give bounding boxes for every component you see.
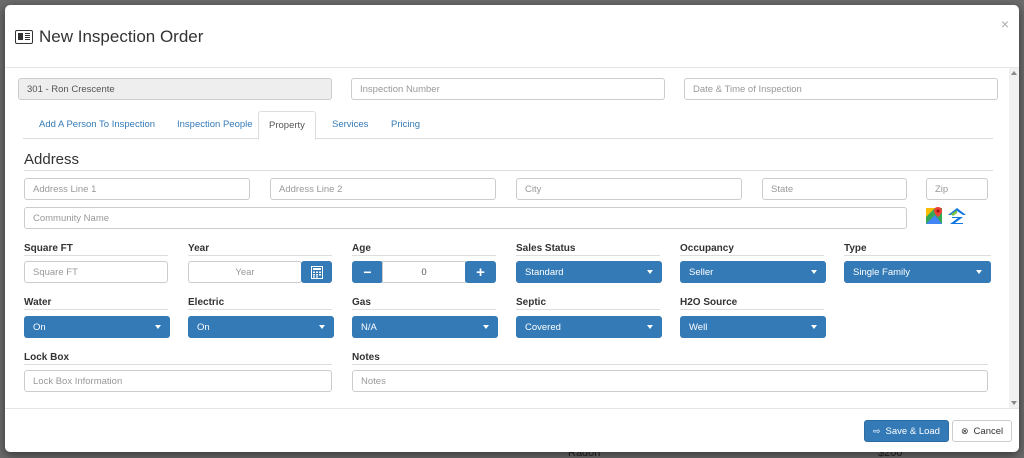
age-input[interactable]: 0 bbox=[382, 261, 466, 283]
type-label: Type bbox=[844, 243, 867, 254]
caret-down-icon bbox=[155, 325, 161, 329]
caret-down-icon bbox=[976, 270, 982, 274]
community-name-input[interactable]: Community Name bbox=[24, 207, 907, 229]
water-select[interactable]: On bbox=[24, 316, 170, 338]
tab-property[interactable]: Property bbox=[258, 111, 316, 140]
lock-box-label: Lock Box bbox=[24, 352, 70, 363]
gas-label: Gas bbox=[352, 297, 371, 308]
water-divider bbox=[24, 309, 168, 310]
property-reference-field: 301 - Ron Crescente bbox=[18, 78, 332, 100]
square-ft-label: Square FT bbox=[24, 243, 73, 254]
address-divider bbox=[24, 170, 993, 171]
notes-label: Notes bbox=[352, 352, 380, 363]
water-value: On bbox=[33, 321, 46, 333]
modal-body: 301 - Ron Crescente Inspection Number Da… bbox=[5, 68, 1019, 408]
notes-divider bbox=[352, 364, 988, 365]
minus-icon: − bbox=[363, 264, 372, 280]
inspection-datetime-input[interactable]: Date & Time of Inspection bbox=[684, 78, 998, 100]
h2o-source-select[interactable]: Well bbox=[680, 316, 826, 338]
zip-input[interactable]: Zip bbox=[926, 178, 988, 200]
gas-value: N/A bbox=[361, 321, 377, 333]
occupancy-label: Occupancy bbox=[680, 243, 734, 254]
notes-input[interactable]: Notes bbox=[352, 370, 988, 392]
address-heading: Address bbox=[24, 151, 80, 168]
lock-box-divider bbox=[24, 364, 332, 365]
calendar-icon bbox=[310, 265, 323, 279]
tab-services[interactable]: Services bbox=[322, 111, 378, 139]
save-and-load-label: Save & Load bbox=[885, 425, 940, 437]
age-decrement-button[interactable]: − bbox=[352, 261, 383, 283]
caret-down-icon bbox=[647, 325, 653, 329]
tab-bar: Add A Person To Inspection Inspection Pe… bbox=[23, 111, 993, 140]
sales-status-divider bbox=[516, 255, 660, 256]
year-input[interactable]: Year bbox=[188, 261, 302, 283]
newspaper-icon bbox=[15, 30, 33, 44]
inspection-number-input[interactable]: Inspection Number bbox=[351, 78, 665, 100]
new-inspection-modal: New Inspection Order × 301 - Ron Crescen… bbox=[5, 5, 1019, 452]
square-ft-divider bbox=[24, 255, 168, 256]
tab-inspection-people[interactable]: Inspection People bbox=[167, 111, 263, 139]
modal-footer: ⇨ Save & Load ⊗ Cancel bbox=[5, 408, 1019, 452]
zillow-icon[interactable] bbox=[948, 207, 967, 225]
square-ft-input[interactable]: Square FT bbox=[24, 261, 168, 283]
occupancy-value: Seller bbox=[689, 266, 714, 278]
sign-in-icon: ⇨ bbox=[873, 425, 881, 436]
scroll-up-icon[interactable] bbox=[1011, 71, 1017, 75]
gas-select[interactable]: N/A bbox=[352, 316, 498, 338]
cancel-label: Cancel bbox=[973, 425, 1004, 437]
year-label: Year bbox=[188, 243, 210, 254]
caret-down-icon bbox=[319, 325, 325, 329]
sales-status-select[interactable]: Standard bbox=[516, 261, 662, 283]
times-circle-icon: ⊗ bbox=[961, 425, 969, 436]
septic-divider bbox=[516, 309, 660, 310]
state-input[interactable]: State bbox=[762, 178, 907, 200]
electric-label: Electric bbox=[188, 297, 225, 308]
scroll-down-icon[interactable] bbox=[1011, 401, 1017, 405]
sales-status-label: Sales Status bbox=[516, 243, 576, 254]
electric-select[interactable]: On bbox=[188, 316, 334, 338]
electric-divider bbox=[188, 309, 332, 310]
h2o-source-divider bbox=[680, 309, 824, 310]
calendar-button[interactable] bbox=[301, 261, 332, 283]
age-divider bbox=[352, 255, 496, 256]
lock-box-input[interactable]: Lock Box Information bbox=[24, 370, 332, 392]
modal-scrollbar[interactable] bbox=[1009, 68, 1019, 408]
h2o-source-label: H2O Source bbox=[680, 297, 738, 308]
modal-header: New Inspection Order × bbox=[5, 5, 1019, 68]
caret-down-icon bbox=[647, 270, 653, 274]
caret-down-icon bbox=[483, 325, 489, 329]
electric-value: On bbox=[197, 321, 210, 333]
age-increment-button[interactable]: + bbox=[465, 261, 496, 283]
modal-title-text: New Inspection Order bbox=[39, 27, 204, 46]
occupancy-divider bbox=[680, 255, 824, 256]
septic-select[interactable]: Covered bbox=[516, 316, 662, 338]
septic-label: Septic bbox=[516, 297, 547, 308]
year-divider bbox=[188, 255, 332, 256]
plus-icon: + bbox=[476, 263, 485, 281]
gas-divider bbox=[352, 309, 496, 310]
h2o-source-value: Well bbox=[689, 321, 708, 333]
caret-down-icon bbox=[811, 270, 817, 274]
septic-value: Covered bbox=[525, 321, 561, 333]
age-label: Age bbox=[352, 243, 371, 254]
close-icon[interactable]: × bbox=[1001, 16, 1009, 32]
water-label: Water bbox=[24, 297, 52, 308]
sales-status-value: Standard bbox=[525, 266, 564, 278]
city-input[interactable]: City bbox=[516, 178, 742, 200]
save-and-load-button[interactable]: ⇨ Save & Load bbox=[864, 420, 949, 442]
cancel-button[interactable]: ⊗ Cancel bbox=[952, 420, 1013, 442]
type-value: Single Family bbox=[853, 266, 911, 278]
address-line-1-input[interactable]: Address Line 1 bbox=[24, 178, 250, 200]
occupancy-select[interactable]: Seller bbox=[680, 261, 826, 283]
tab-pricing[interactable]: Pricing bbox=[381, 111, 430, 139]
google-maps-icon[interactable] bbox=[926, 207, 944, 225]
type-divider bbox=[844, 255, 991, 256]
type-select[interactable]: Single Family bbox=[844, 261, 991, 283]
tab-add-person[interactable]: Add A Person To Inspection bbox=[29, 111, 165, 139]
address-line-2-input[interactable]: Address Line 2 bbox=[270, 178, 496, 200]
caret-down-icon bbox=[811, 325, 817, 329]
modal-title: New Inspection Order bbox=[15, 27, 203, 47]
